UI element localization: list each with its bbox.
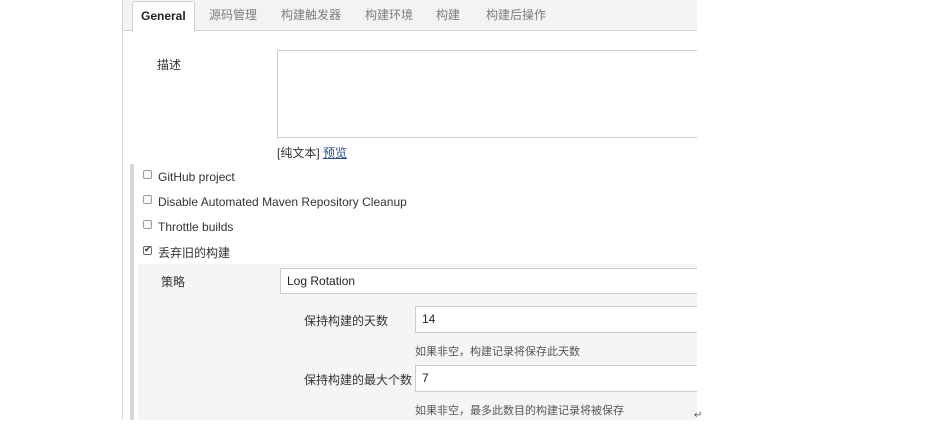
throttle-builds-checkbox[interactable] <box>143 220 152 230</box>
days-to-keep-help: 如果非空，构建记录将保存此天数 <box>415 346 580 358</box>
tab-build-triggers[interactable]: 构建触发器 <box>281 0 341 30</box>
plain-text-label: [纯文本] <box>277 146 320 160</box>
option-throttle-builds[interactable]: Throttle builds <box>143 219 233 235</box>
strategy-label: 策略 <box>161 275 186 289</box>
option-disable-maven-cleanup[interactable]: Disable Automated Maven Repository Clean… <box>143 194 407 210</box>
config-tab-bar: General 源码管理 构建触发器 构建环境 构建 构建后操作 <box>123 0 697 32</box>
throttle-builds-label: Throttle builds <box>158 219 234 234</box>
max-builds-label: 保持构建的最大个数 <box>304 373 413 387</box>
strategy-select[interactable]: Log Rotation <box>280 268 697 294</box>
tab-build-environment[interactable]: 构建环境 <box>365 0 413 30</box>
discard-old-builds-label: 丢弃旧的构建 <box>158 246 231 260</box>
tab-general[interactable]: General <box>132 1 195 32</box>
discard-old-builds-settings: 策略 Log Rotation 保持构建的天数 14 如果非空，构建记录将保存此… <box>138 264 697 420</box>
description-textarea[interactable] <box>277 50 697 138</box>
tab-source-code-management[interactable]: 源码管理 <box>209 0 257 30</box>
paragraph-mark: ↵ <box>694 410 703 421</box>
disable-maven-cleanup-label: Disable Automated Maven Repository Clean… <box>158 194 407 209</box>
option-github-project[interactable]: GitHub project <box>143 169 235 185</box>
days-to-keep-label: 保持构建的天数 <box>304 314 389 328</box>
max-builds-input[interactable]: 7 <box>415 365 697 392</box>
description-format-hint: [纯文本] 预览 <box>277 144 347 161</box>
days-to-keep-input[interactable]: 14 <box>415 306 697 333</box>
tab-post-build-actions[interactable]: 构建后操作 <box>486 0 546 30</box>
description-label: 描述 <box>157 58 182 72</box>
general-options-section: GitHub project Disable Automated Maven R… <box>130 164 697 420</box>
max-builds-help: 如果非空，最多此数目的构建记录将被保存 <box>415 405 624 417</box>
disable-maven-cleanup-checkbox[interactable] <box>143 195 152 205</box>
tab-build[interactable]: 构建 <box>436 0 460 30</box>
option-discard-old-builds[interactable]: 丢弃旧的构建 <box>143 244 230 260</box>
job-config-panel: General 源码管理 构建触发器 构建环境 构建 构建后操作 描述 [纯文本… <box>122 0 697 420</box>
discard-old-builds-checkbox[interactable] <box>143 244 152 255</box>
preview-link[interactable]: 预览 <box>323 146 347 160</box>
github-project-label: GitHub project <box>158 169 235 184</box>
github-project-checkbox[interactable] <box>143 170 152 180</box>
